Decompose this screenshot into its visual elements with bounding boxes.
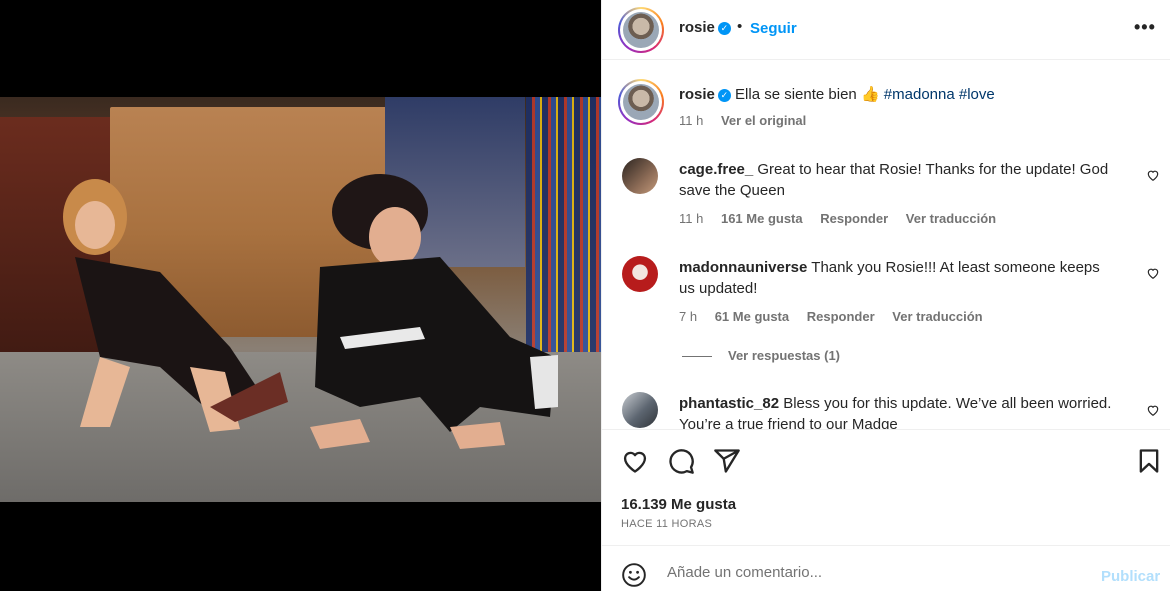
publish-button[interactable]: Publicar bbox=[1101, 568, 1160, 585]
caption-body: Ella se siente bien 👍 bbox=[735, 86, 880, 103]
like-comment-heart-icon[interactable] bbox=[1146, 403, 1160, 417]
comments-list[interactable]: rosie ✓ Ella se siente bien 👍 #madonna #l… bbox=[602, 61, 1170, 429]
reply-button[interactable]: Responder bbox=[820, 211, 888, 226]
emoji-icon[interactable] bbox=[621, 562, 647, 588]
comment-icon[interactable] bbox=[667, 447, 695, 475]
post-media[interactable] bbox=[0, 0, 601, 591]
view-replies-button[interactable]: Ver respuestas (1) bbox=[682, 348, 840, 363]
separator-dot: • bbox=[737, 18, 743, 35]
post-details-panel: rosie ✓ • Seguir ••• rosie ✓ Ella se sient… bbox=[601, 0, 1170, 591]
author-avatar[interactable] bbox=[618, 7, 664, 53]
verified-icon: ✓ bbox=[717, 22, 731, 35]
post-timestamp[interactable]: HACE 11 HORAS bbox=[621, 518, 712, 530]
replies-divider bbox=[682, 356, 712, 358]
see-original-link[interactable]: Ver el original bbox=[721, 113, 806, 128]
post-actions: 16.139 Me gusta HACE 11 HORAS bbox=[602, 429, 1170, 545]
reply-button[interactable]: Responder bbox=[807, 309, 875, 324]
commenter-avatar[interactable] bbox=[622, 158, 658, 194]
comment-composer: Publicar bbox=[602, 545, 1170, 591]
like-comment-heart-icon[interactable] bbox=[1146, 266, 1160, 280]
author-avatar[interactable] bbox=[618, 79, 664, 125]
post-header: rosie ✓ • Seguir ••• bbox=[602, 0, 1170, 60]
comment-username[interactable]: madonnauniverse bbox=[679, 259, 807, 276]
comment-text: madonnauniverse Thank you Rosie!!! At le… bbox=[679, 257, 1119, 299]
caption-time[interactable]: 11 h bbox=[679, 113, 703, 128]
heart-icon[interactable] bbox=[621, 447, 649, 475]
caption-username[interactable]: rosie bbox=[679, 86, 715, 103]
comment-input[interactable] bbox=[667, 564, 1087, 581]
comment-text: phantastic_82 Bless you for this update.… bbox=[679, 393, 1119, 429]
caption-text: rosie ✓ Ella se siente bien 👍 #madonna #l… bbox=[679, 84, 1119, 105]
comment-username[interactable]: cage.free_ bbox=[679, 161, 753, 178]
caption-hashtags[interactable]: #madonna #love bbox=[884, 86, 995, 103]
photo-person-right bbox=[310, 174, 558, 449]
post-like-count[interactable]: 16.139 Me gusta bbox=[621, 496, 736, 513]
translate-button[interactable]: Ver traducción bbox=[906, 211, 996, 226]
caption-meta: 11 h Ver el original bbox=[679, 113, 820, 128]
author-username[interactable]: rosie ✓ bbox=[679, 19, 731, 36]
photo-person-left bbox=[63, 179, 288, 432]
post-photo[interactable] bbox=[0, 97, 601, 502]
bookmark-icon[interactable] bbox=[1135, 447, 1163, 475]
comment-time[interactable]: 7 h bbox=[679, 309, 697, 324]
comment-text: cage.free_ Great to hear that Rosie! Tha… bbox=[679, 159, 1119, 201]
more-options-icon[interactable]: ••• bbox=[1134, 17, 1156, 38]
comment-likes[interactable]: 161 Me gusta bbox=[721, 211, 803, 226]
comment-time[interactable]: 11 h bbox=[679, 211, 703, 226]
share-icon[interactable] bbox=[713, 447, 741, 475]
translate-button[interactable]: Ver traducción bbox=[892, 309, 982, 324]
verified-icon: ✓ bbox=[717, 89, 731, 102]
commenter-avatar[interactable] bbox=[622, 256, 658, 292]
follow-button[interactable]: Seguir bbox=[750, 20, 797, 37]
comment-likes[interactable]: 61 Me gusta bbox=[715, 309, 789, 324]
comment-meta: 7 h 61 Me gusta Responder Ver traducción bbox=[679, 309, 997, 324]
comment-meta: 11 h 161 Me gusta Responder Ver traducci… bbox=[679, 211, 1010, 226]
comment-username[interactable]: phantastic_82 bbox=[679, 395, 779, 412]
commenter-avatar[interactable] bbox=[622, 392, 658, 428]
like-comment-heart-icon[interactable] bbox=[1146, 168, 1160, 182]
